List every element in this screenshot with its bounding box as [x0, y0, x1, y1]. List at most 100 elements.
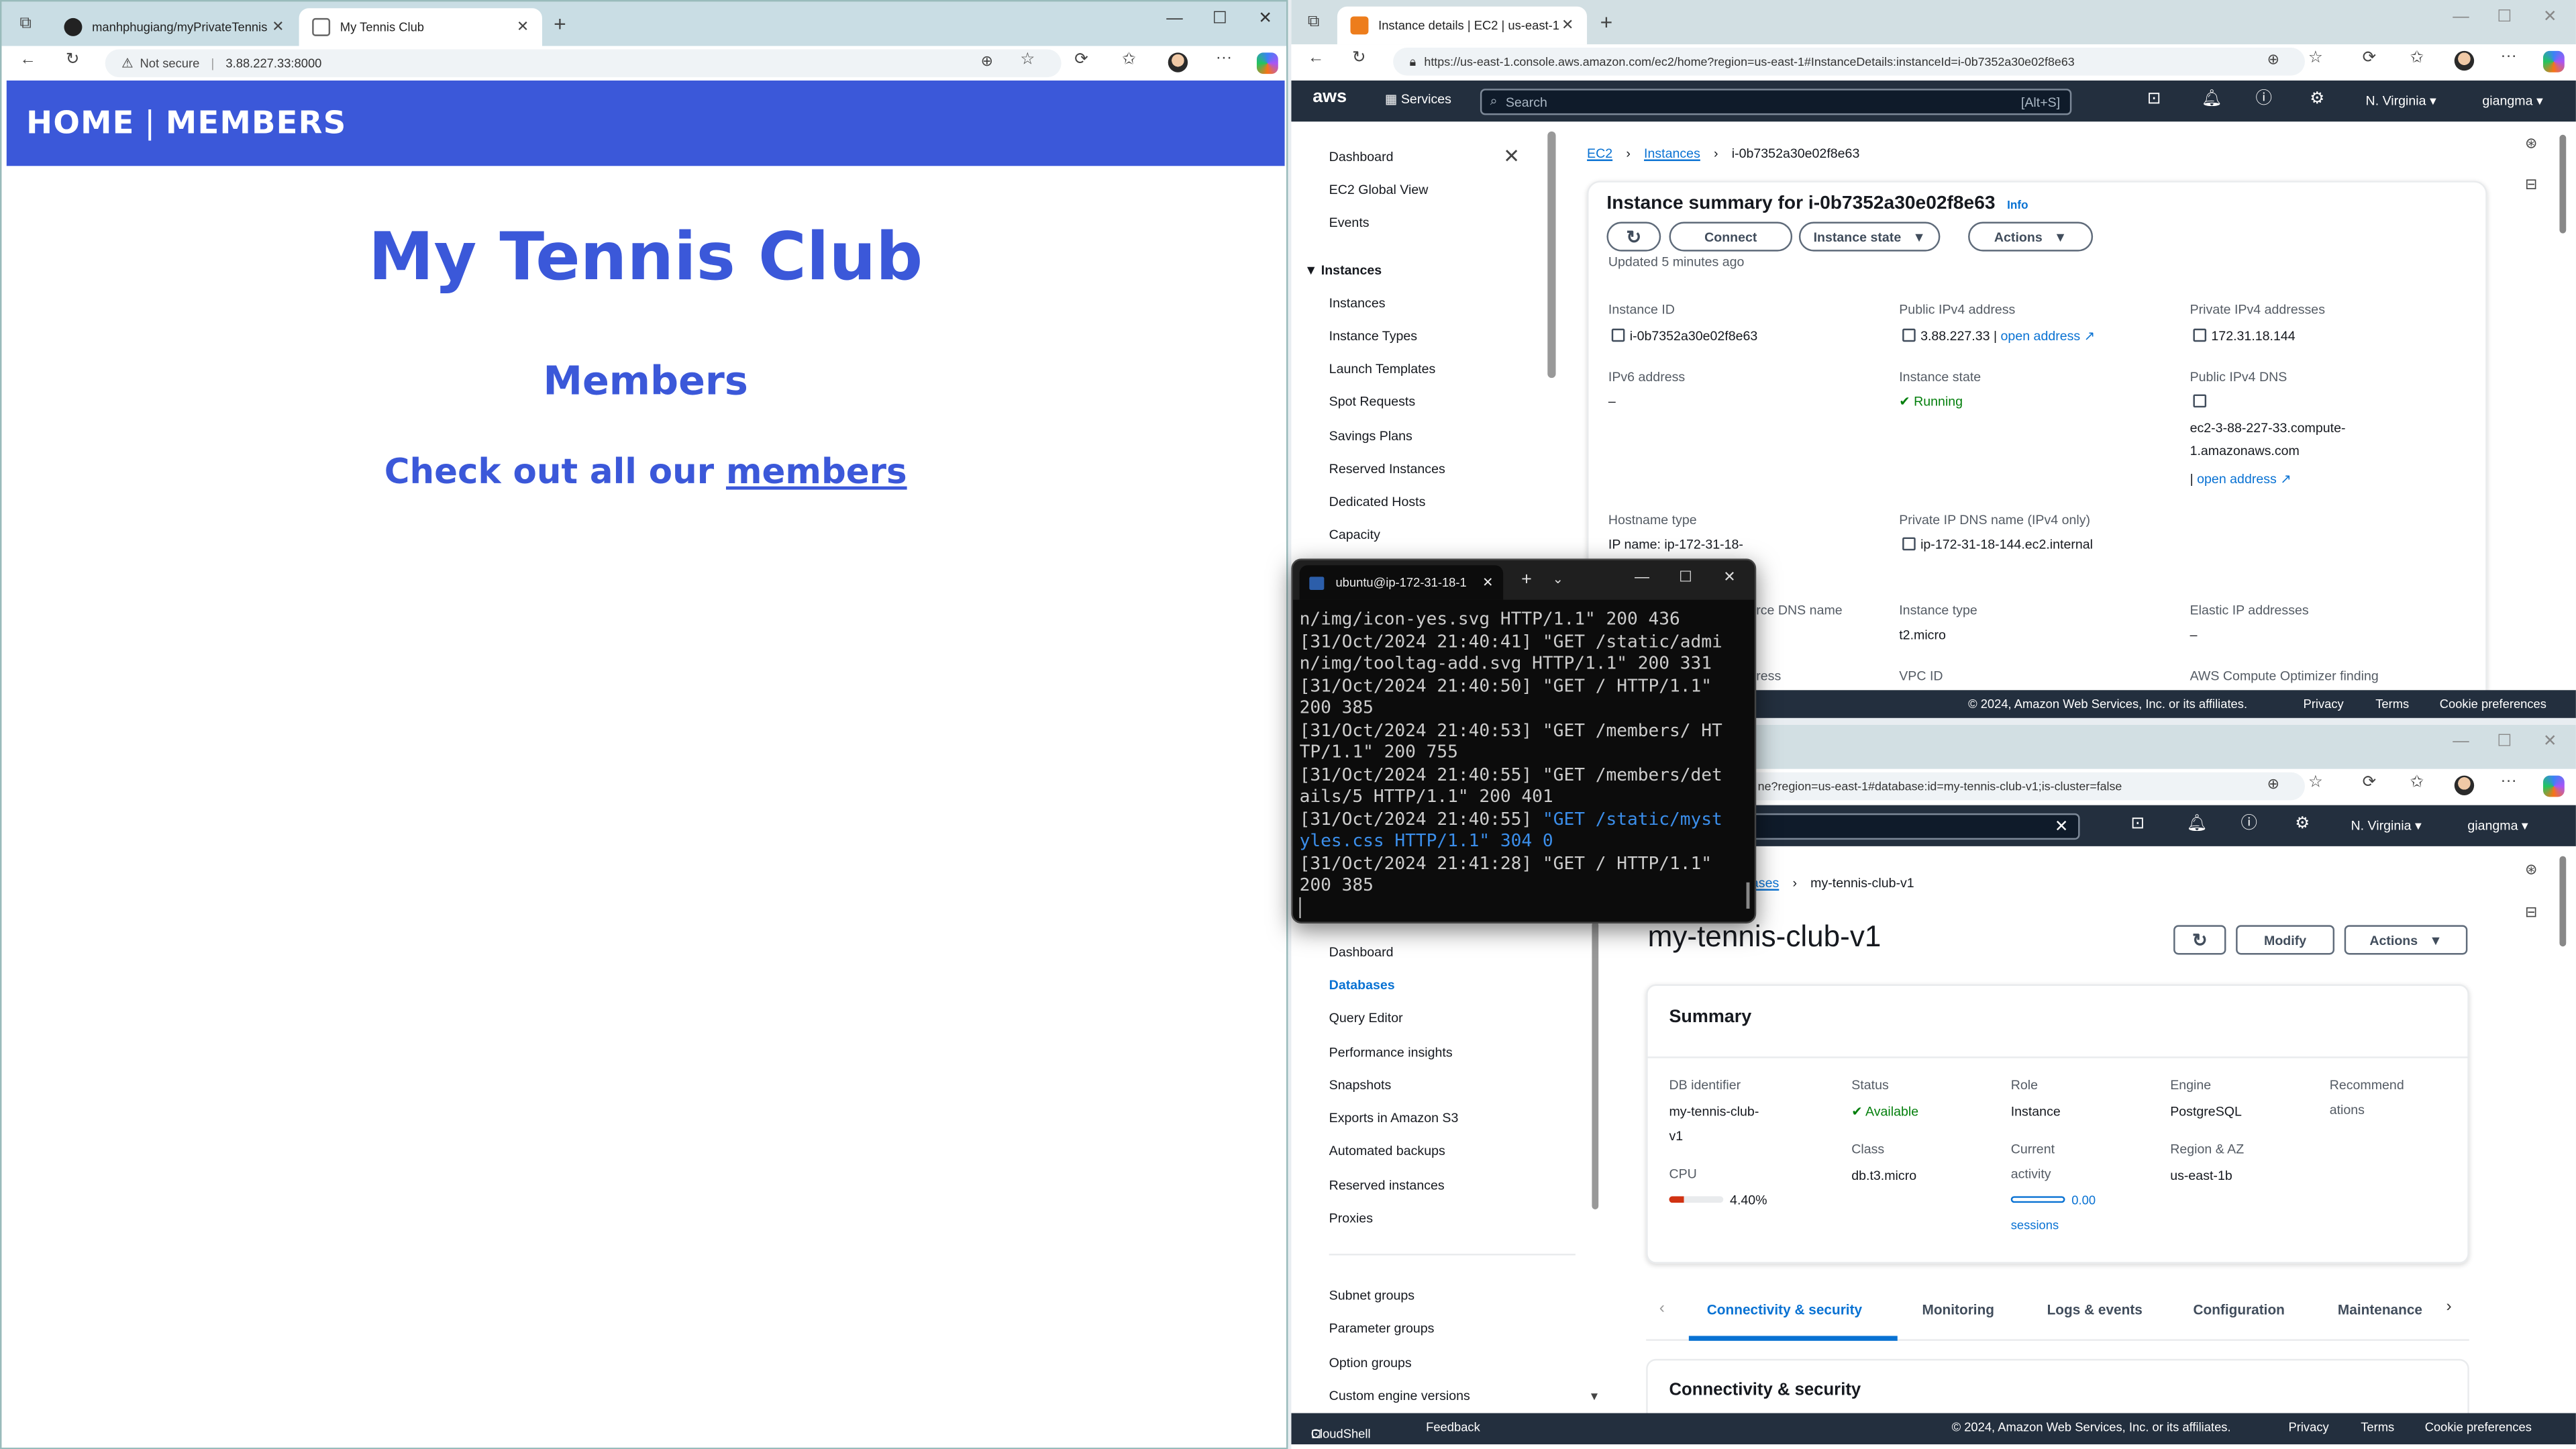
feedback-icon[interactable]: ⊟ — [2525, 905, 2537, 920]
copilot-icon[interactable] — [2542, 50, 2565, 72]
open-address-link[interactable]: open address — [2001, 329, 2081, 344]
actions-button[interactable]: Actions ▼ — [1968, 221, 2094, 252]
close-tab-icon[interactable]: ✕ — [1561, 16, 1574, 34]
sidebar-item-savings-plans[interactable]: Savings Plans — [1329, 429, 1412, 444]
close-window-icon[interactable]: ✕ — [2543, 733, 2557, 751]
close-window-icon[interactable]: ✕ — [1723, 569, 1735, 585]
aws-search-input[interactable]: ⌕ Search [Alt+S] — [1480, 89, 2072, 115]
settings-icon[interactable]: ⚙ — [2310, 91, 2324, 108]
tab-github[interactable]: manhphugiang/myPrivateTennis ✕ — [51, 8, 297, 46]
favorites-bar-icon[interactable]: ✩ — [2410, 775, 2424, 792]
footer-terms-link[interactable]: Terms — [2375, 697, 2409, 711]
close-tab-icon[interactable]: ✕ — [272, 18, 284, 36]
refresh-button[interactable]: ↻ — [2173, 925, 2226, 955]
favorites-bar-icon[interactable]: ✩ — [2410, 50, 2424, 67]
modify-button[interactable]: Modify — [2236, 925, 2335, 955]
terminal-scrollbar[interactable] — [1746, 882, 1750, 909]
sidebar-item-spot-requests[interactable]: Spot Requests — [1329, 395, 1415, 409]
cloudshell-icon[interactable]: ⊡ — [2147, 91, 2161, 108]
sidebar-item-snapshots[interactable]: Snapshots — [1329, 1078, 1392, 1093]
extensions-icon[interactable]: ⟳ — [2363, 775, 2377, 792]
close-window-icon[interactable]: ✕ — [1258, 10, 1272, 28]
footer-cookies-link[interactable]: Cookie preferences — [2425, 1419, 2532, 1434]
new-tab-icon[interactable]: + — [1600, 11, 1613, 33]
sidebar-item-custom-engines[interactable]: Custom engine versions — [1329, 1389, 1470, 1403]
terminal-output[interactable]: n/img/icon-yes.svg HTTP/1.1" 200 436 [31… — [1293, 600, 1755, 919]
help-icon[interactable]: ⓘ — [2240, 816, 2257, 833]
sidebar-item-instances[interactable]: Instances — [1329, 296, 1386, 311]
sidebar-scrollbar[interactable] — [1547, 131, 1556, 379]
actions-button[interactable]: Actions ▼ — [2344, 925, 2468, 955]
favorite-icon[interactable]: ☆ — [2308, 775, 2323, 792]
refresh-icon[interactable]: ↻ — [1352, 50, 1366, 67]
sidebar-item-launch-templates[interactable]: Launch Templates — [1329, 362, 1436, 377]
feedback-icon[interactable]: ⊟ — [2525, 177, 2537, 192]
minimize-icon[interactable]: — — [1635, 569, 1649, 585]
tab-maintenance[interactable]: Maintenance — [2338, 1301, 2430, 1317]
copy-icon[interactable] — [1611, 328, 1625, 342]
aws-logo[interactable]: aws — [1312, 87, 1347, 107]
tab-logs[interactable]: Logs & events — [2047, 1301, 2143, 1317]
dropdown-icon[interactable]: ⌄ — [1553, 572, 1563, 587]
copilot-icon[interactable] — [2542, 775, 2565, 797]
activity-link[interactable]: 0.00 — [2071, 1193, 2096, 1207]
copy-icon[interactable] — [1902, 537, 1916, 551]
sidebar-item-reserved[interactable]: Reserved Instances — [1329, 462, 1445, 477]
copy-icon[interactable] — [2193, 394, 2207, 408]
zoom-icon[interactable]: ⊕ — [981, 54, 993, 69]
services-menu[interactable]: ▦ Services — [1385, 92, 1451, 107]
more-icon[interactable]: ··· — [2500, 773, 2516, 790]
zoom-icon[interactable]: ⊕ — [2267, 52, 2279, 67]
more-icon[interactable]: ··· — [1216, 50, 1232, 67]
maximize-icon[interactable]: ☐ — [1679, 569, 1692, 585]
minimize-icon[interactable]: — — [2453, 8, 2469, 26]
main-scrollbar[interactable] — [2559, 856, 2567, 947]
info-panel-icon[interactable]: ⊛ — [2525, 862, 2537, 877]
new-tab-icon[interactable]: + — [1521, 571, 1532, 590]
sidebar-item-dedicated-hosts[interactable]: Dedicated Hosts — [1329, 495, 1426, 509]
sidebar-item-dashboard[interactable]: Dashboard — [1329, 150, 1394, 164]
tabs-prev-icon[interactable]: ‹ — [1659, 1301, 1665, 1317]
new-tab-icon[interactable]: + — [554, 13, 566, 35]
region-selector[interactable]: N. Virginia ▾ — [2366, 94, 2436, 109]
open-address-link[interactable]: open address — [2197, 472, 2277, 487]
copy-icon[interactable] — [2193, 328, 2207, 342]
footer-privacy-link[interactable]: Privacy — [2304, 697, 2344, 711]
nav-home-link[interactable]: HOME — [26, 105, 134, 142]
account-menu[interactable]: giangma ▾ — [2467, 818, 2528, 833]
nav-members-link[interactable]: MEMBERS — [166, 105, 347, 142]
sidebar-item-databases[interactable]: Databases — [1329, 978, 1395, 993]
favorite-icon[interactable]: ☆ — [1020, 52, 1035, 68]
sidebar-item-events[interactable]: Events — [1329, 215, 1370, 230]
help-icon[interactable]: ⓘ — [2256, 91, 2272, 108]
sidebar-item-proxies[interactable]: Proxies — [1329, 1211, 1373, 1226]
sidebar-item-capacity[interactable]: Capacity — [1329, 528, 1380, 542]
instance-state-button[interactable]: Instance state ▼ — [1798, 221, 1941, 252]
sidebar-section-instances[interactable]: ▼ Instances — [1304, 263, 1382, 278]
extensions-icon[interactable]: ⟳ — [2363, 50, 2377, 67]
sidebar-scrollbar[interactable] — [1592, 921, 1599, 1209]
region-selector[interactable]: N. Virginia ▾ — [2351, 818, 2422, 833]
maximize-icon[interactable]: ☐ — [1213, 10, 1227, 28]
refresh-button[interactable]: ↻ — [1606, 221, 1661, 252]
sidebar-item-subnet-groups[interactable]: Subnet groups — [1329, 1288, 1414, 1303]
back-icon[interactable]: ← — [1308, 50, 1324, 67]
notifications-icon[interactable]: 🔔︎ — [2202, 91, 2222, 108]
close-tab-icon[interactable]: ✕ — [517, 18, 529, 36]
settings-icon[interactable]: ⚙ — [2295, 816, 2310, 833]
footer-cookies-link[interactable]: Cookie preferences — [2440, 697, 2546, 711]
cloudshell-icon[interactable]: ⊡ — [2130, 816, 2145, 833]
sidebar-item-query-editor[interactable]: Query Editor — [1329, 1011, 1403, 1026]
sidebar-item-instance-types[interactable]: Instance Types — [1329, 329, 1417, 344]
zoom-icon[interactable]: ⊕ — [2267, 777, 2279, 792]
back-icon[interactable]: ← — [19, 52, 36, 68]
close-tab-icon[interactable]: ✕ — [1482, 575, 1493, 590]
sidebar-item-exports[interactable]: Exports in Amazon S3 — [1329, 1111, 1459, 1126]
tab-configuration[interactable]: Configuration — [2193, 1301, 2284, 1317]
more-icon[interactable]: ··· — [2500, 48, 2516, 65]
close-window-icon[interactable]: ✕ — [2543, 8, 2557, 26]
minimize-icon[interactable]: — — [1166, 10, 1182, 28]
extensions-icon[interactable]: ⟳ — [1074, 52, 1088, 68]
minimize-icon[interactable]: — — [2453, 733, 2469, 751]
account-menu[interactable]: giangma ▾ — [2482, 94, 2542, 109]
